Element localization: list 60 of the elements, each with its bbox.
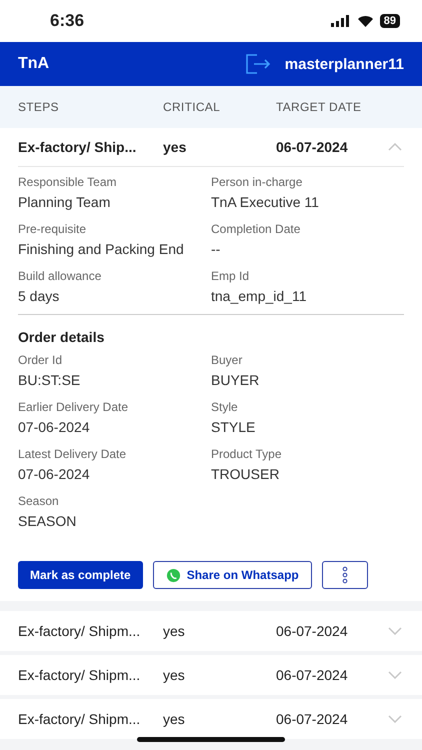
column-header: TARGET DATE bbox=[276, 100, 362, 114]
field-value: Finishing and Packing End bbox=[18, 241, 185, 257]
username: masterplanner11 bbox=[284, 56, 404, 72]
step-name: Ex-factory/ Shipm... bbox=[18, 667, 142, 683]
field-label: Emp Id bbox=[211, 269, 250, 283]
battery-level: 89 bbox=[380, 14, 400, 28]
more-button[interactable] bbox=[322, 561, 368, 589]
section-title: Order details bbox=[17, 328, 106, 345]
wifi-icon bbox=[356, 15, 374, 27]
logout-icon[interactable] bbox=[244, 53, 271, 75]
field-value: BUYER bbox=[211, 372, 260, 388]
more-vertical-icon bbox=[342, 566, 348, 584]
column-header: STEPS bbox=[18, 100, 60, 114]
field-value: TROUSER bbox=[211, 466, 280, 482]
share-whatsapp-button[interactable]: Share on Whatsapp bbox=[152, 561, 312, 589]
target-date: 06-07-2024 bbox=[276, 623, 349, 639]
step-name: Ex-factory/ Shipm... bbox=[18, 711, 142, 727]
status-time: 6:36 bbox=[50, 11, 84, 31]
field-value: BU:ST:SE bbox=[18, 372, 82, 388]
field-label: Product Type bbox=[211, 447, 282, 461]
field-value: 5 days bbox=[18, 288, 60, 304]
field-value: -- bbox=[211, 241, 222, 257]
target-date: 06-07-2024 bbox=[276, 139, 349, 155]
chevron-up-icon[interactable] bbox=[388, 143, 402, 151]
field-value: 07-06-2024 bbox=[18, 466, 91, 482]
step-row[interactable]: Ex-factory/ Shipm... yes 06-07-2024 bbox=[0, 699, 422, 739]
step-name: Ex-factory/ Shipm... bbox=[18, 623, 142, 639]
field-label: Order Id bbox=[18, 353, 64, 367]
target-date: 06-07-2024 bbox=[276, 667, 349, 683]
field-value: TnA Executive 11 bbox=[211, 194, 320, 210]
step-row[interactable]: Ex-factory/ Shipm... yes 06-07-2024 bbox=[0, 655, 422, 695]
field-label: Earlier Delivery Date bbox=[18, 400, 130, 414]
chevron-down-icon[interactable] bbox=[388, 715, 402, 723]
field-value: SEASON bbox=[18, 513, 78, 529]
app-title: TnA bbox=[18, 55, 50, 73]
field-label: Person in-charge bbox=[211, 175, 304, 189]
step-name: Ex-factory/ Ship... bbox=[18, 139, 138, 155]
chevron-down-icon[interactable] bbox=[388, 671, 402, 679]
critical-value: yes bbox=[163, 667, 186, 683]
column-header: CRITICAL bbox=[163, 100, 222, 114]
critical-value: yes bbox=[163, 139, 188, 155]
signal-icon bbox=[330, 15, 351, 27]
field-value: tna_emp_id_11 bbox=[211, 288, 308, 304]
field-label: Responsible Team bbox=[18, 175, 118, 189]
field-label: Buyer bbox=[211, 353, 244, 367]
field-label: Build allowance bbox=[18, 269, 102, 283]
field-value: STYLE bbox=[211, 419, 256, 435]
critical-value: yes bbox=[163, 623, 186, 639]
field-value: Planning Team bbox=[18, 194, 112, 210]
field-label: Style bbox=[211, 400, 239, 414]
target-date: 06-07-2024 bbox=[276, 711, 349, 727]
field-label: Pre-requisite bbox=[18, 222, 88, 236]
chevron-down-icon[interactable] bbox=[388, 627, 402, 635]
mark-complete-button[interactable]: Mark as complete bbox=[18, 561, 143, 589]
field-label: Completion Date bbox=[211, 222, 302, 236]
field-label: Latest Delivery Date bbox=[18, 447, 128, 461]
field-label: Season bbox=[18, 494, 60, 508]
field-value: 07-06-2024 bbox=[18, 419, 91, 435]
step-row[interactable]: Ex-factory/ Shipm... yes 06-07-2024 bbox=[0, 611, 422, 651]
critical-value: yes bbox=[163, 711, 186, 727]
